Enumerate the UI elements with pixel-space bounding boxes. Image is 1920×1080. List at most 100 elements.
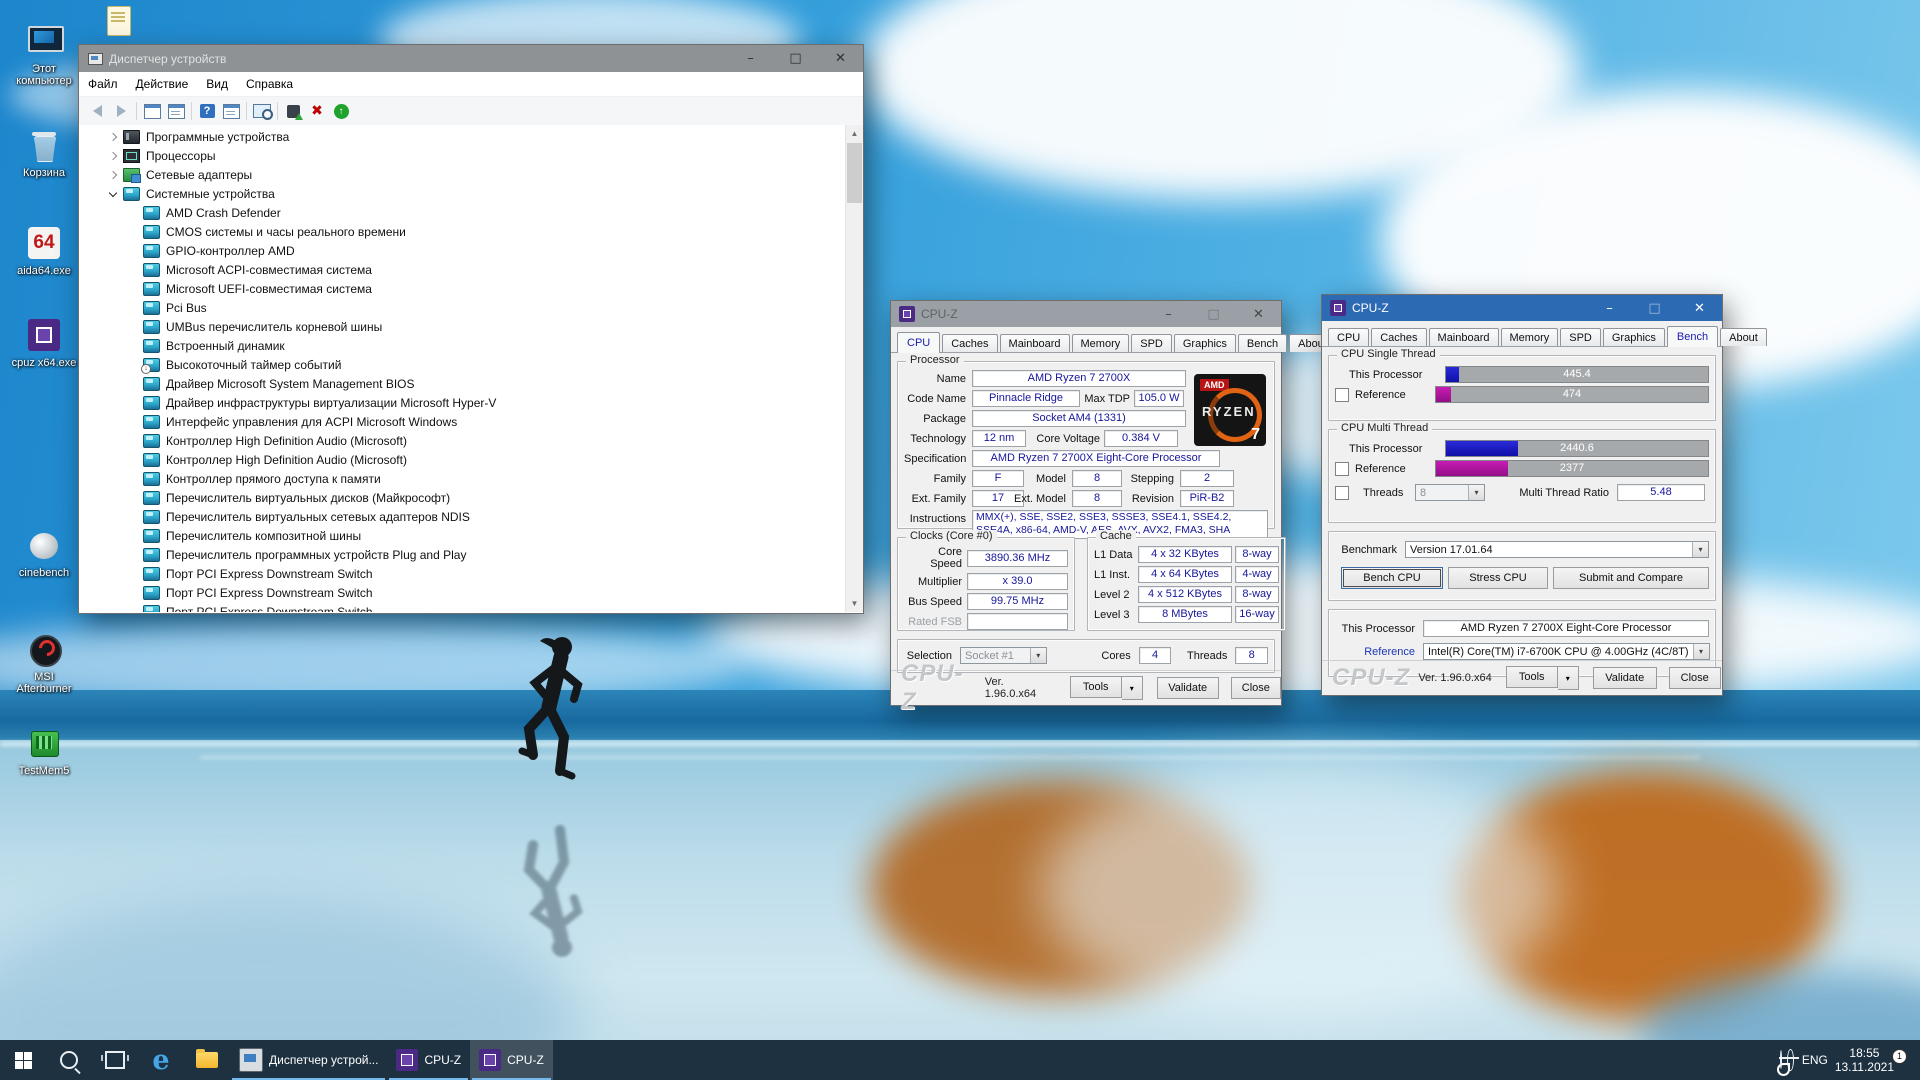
tab[interactable]: SPD bbox=[1560, 328, 1601, 346]
scan-hardware-icon[interactable] bbox=[250, 100, 274, 122]
tree-item[interactable]: Контроллер High Definition Audio (Micros… bbox=[79, 450, 846, 469]
tab[interactable]: Memory bbox=[1501, 328, 1559, 346]
tree-item[interactable]: Драйвер Microsoft System Management BIOS bbox=[79, 374, 846, 393]
desktop-icon[interactable]: cinebench bbox=[6, 526, 82, 579]
clock[interactable]: 18:55 13.11.2021 bbox=[1835, 1046, 1894, 1074]
stress-cpu-button[interactable]: Stress CPU bbox=[1448, 567, 1548, 589]
scroll-down-icon[interactable]: ▼ bbox=[846, 595, 863, 612]
expander-icon[interactable] bbox=[103, 172, 123, 178]
mt-reference-checkbox[interactable] bbox=[1335, 462, 1349, 476]
desktop-icon[interactable]: TestMem5 bbox=[6, 724, 82, 777]
search-button[interactable] bbox=[46, 1040, 92, 1080]
cpuz-titlebar[interactable]: CPU-Z – □ ✕ bbox=[891, 301, 1281, 327]
desktop-icon[interactable]: Этот компьютер bbox=[6, 22, 82, 87]
bench-cpu-button[interactable]: Bench CPU bbox=[1341, 567, 1443, 589]
tree-item[interactable]: GPIO-контроллер AMD bbox=[79, 241, 846, 260]
menu-item[interactable]: Вид bbox=[197, 72, 237, 96]
tree-item[interactable]: Программные устройства bbox=[79, 127, 846, 146]
menu-item[interactable]: Файл bbox=[79, 72, 127, 96]
tools-button[interactable]: Tools bbox=[1070, 676, 1122, 698]
benchmark-version-select[interactable]: Version 17.01.64▾ bbox=[1405, 541, 1709, 558]
tree-item[interactable]: Системные устройства bbox=[79, 184, 846, 203]
close-button[interactable]: Close bbox=[1231, 677, 1281, 699]
device-manager-titlebar[interactable]: Диспетчер устройств – □ ✕ bbox=[79, 45, 863, 72]
tree-item[interactable]: Процессоры bbox=[79, 146, 846, 165]
close-button[interactable]: ✕ bbox=[818, 45, 863, 72]
tree-item[interactable]: Pci Bus bbox=[79, 298, 846, 317]
tab[interactable]: Bench bbox=[1238, 334, 1287, 352]
tree-item[interactable]: Драйвер инфраструктуры виртуализации Mic… bbox=[79, 393, 846, 412]
desktop-icon[interactable]: MSI Afterburner bbox=[6, 630, 82, 695]
minimize-button[interactable]: – bbox=[1587, 295, 1632, 321]
tab[interactable]: Caches bbox=[942, 334, 997, 352]
threads-checkbox[interactable] bbox=[1335, 486, 1349, 500]
expander-icon[interactable] bbox=[103, 153, 123, 159]
help-icon[interactable]: ? bbox=[195, 100, 219, 122]
start-button[interactable] bbox=[0, 1040, 46, 1080]
tab[interactable]: SPD bbox=[1131, 334, 1172, 352]
tab[interactable]: Mainboard bbox=[1000, 334, 1070, 352]
back-icon[interactable] bbox=[85, 100, 109, 122]
taskbar-task[interactable]: Диспетчер устрой... bbox=[230, 1040, 387, 1080]
vertical-scrollbar[interactable]: ▲ ▼ bbox=[845, 125, 863, 612]
st-reference-checkbox[interactable] bbox=[1335, 388, 1349, 402]
tree-item[interactable]: Высокоточный таймер событий bbox=[79, 355, 846, 374]
tree-item[interactable]: Встроенный динамик bbox=[79, 336, 846, 355]
tab[interactable]: Mainboard bbox=[1429, 328, 1499, 346]
tree-item[interactable]: CMOS системы и часы реального времени bbox=[79, 222, 846, 241]
tab[interactable]: Bench bbox=[1667, 326, 1718, 347]
tree-item[interactable]: Порт PCI Express Downstream Switch bbox=[79, 602, 846, 612]
tree-item[interactable]: Контроллер High Definition Audio (Micros… bbox=[79, 431, 846, 450]
console-window-icon[interactable] bbox=[140, 100, 164, 122]
tab[interactable]: Graphics bbox=[1603, 328, 1665, 346]
menu-item[interactable]: Справка bbox=[237, 72, 302, 96]
tools-dropdown-icon[interactable]: ▾ bbox=[1558, 666, 1579, 690]
expander-icon[interactable] bbox=[103, 192, 123, 196]
tree-item[interactable]: Перечислитель программных устройств Plug… bbox=[79, 545, 846, 564]
taskbar-task[interactable]: CPU-Z bbox=[470, 1040, 553, 1080]
refresh-icon[interactable]: ↑ bbox=[329, 100, 353, 122]
tab[interactable]: About bbox=[1720, 328, 1767, 346]
tab[interactable]: Graphics bbox=[1174, 334, 1236, 352]
tree-item[interactable]: AMD Crash Defender bbox=[79, 203, 846, 222]
submit-compare-button[interactable]: Submit and Compare bbox=[1553, 567, 1709, 589]
properties-icon[interactable] bbox=[164, 100, 188, 122]
tree-item[interactable]: Порт PCI Express Downstream Switch bbox=[79, 583, 846, 602]
cpuz-titlebar[interactable]: CPU-Z – □ ✕ bbox=[1322, 295, 1722, 321]
tab[interactable]: Memory bbox=[1072, 334, 1130, 352]
tree-item[interactable]: UMBus перечислитель корневой шины bbox=[79, 317, 846, 336]
volume-tray-icon[interactable] bbox=[1789, 1051, 1795, 1069]
tab[interactable]: Caches bbox=[1371, 328, 1426, 346]
tools-dropdown-icon[interactable]: ▾ bbox=[1122, 676, 1143, 700]
minimize-button[interactable]: – bbox=[728, 45, 773, 72]
network-tray-icon[interactable] bbox=[1780, 1051, 1782, 1069]
taskbar-task[interactable]: CPU-Z bbox=[387, 1040, 470, 1080]
update-driver-icon[interactable] bbox=[281, 100, 305, 122]
menu-item[interactable]: Действие bbox=[127, 72, 198, 96]
tree-item[interactable]: Перечислитель виртуальных дисков (Майкро… bbox=[79, 488, 846, 507]
tree-item[interactable]: Сетевые адаптеры bbox=[79, 165, 846, 184]
task-view-button[interactable] bbox=[92, 1040, 138, 1080]
desktop-icon[interactable]: aida64.exe bbox=[6, 224, 82, 277]
desktop-icon[interactable]: cpuz х64.exe bbox=[6, 316, 82, 369]
reference-processor-select[interactable]: Intel(R) Core(TM) i7-6700K CPU @ 4.00GHz… bbox=[1423, 643, 1710, 660]
tree-item[interactable]: Контроллер прямого доступа к памяти bbox=[79, 469, 846, 488]
validate-button[interactable]: Validate bbox=[1157, 677, 1219, 699]
close-button[interactable]: ✕ bbox=[1677, 295, 1722, 321]
show-window-icon[interactable] bbox=[219, 100, 243, 122]
language-indicator[interactable]: ENG bbox=[1802, 1053, 1828, 1067]
maximize-button[interactable]: □ bbox=[773, 45, 818, 72]
expander-icon[interactable] bbox=[103, 134, 123, 140]
tree-item[interactable]: Перечислитель композитной шины bbox=[79, 526, 846, 545]
tools-button[interactable]: Tools bbox=[1506, 666, 1558, 688]
threads-select[interactable]: 8▾ bbox=[1415, 484, 1485, 501]
tree-item[interactable]: Интерфейс управления для ACPI Microsoft … bbox=[79, 412, 846, 431]
tree-item[interactable]: Перечислитель виртуальных сетевых адапте… bbox=[79, 507, 846, 526]
close-button[interactable]: ✕ bbox=[1236, 301, 1281, 327]
forward-icon[interactable] bbox=[109, 100, 133, 122]
tree-item[interactable]: Порт PCI Express Downstream Switch bbox=[79, 564, 846, 583]
close-button[interactable]: Close bbox=[1669, 667, 1721, 689]
edge-button[interactable]: e bbox=[138, 1040, 184, 1080]
uninstall-device-icon[interactable]: ✖ bbox=[305, 100, 329, 122]
scroll-up-icon[interactable]: ▲ bbox=[846, 125, 863, 142]
